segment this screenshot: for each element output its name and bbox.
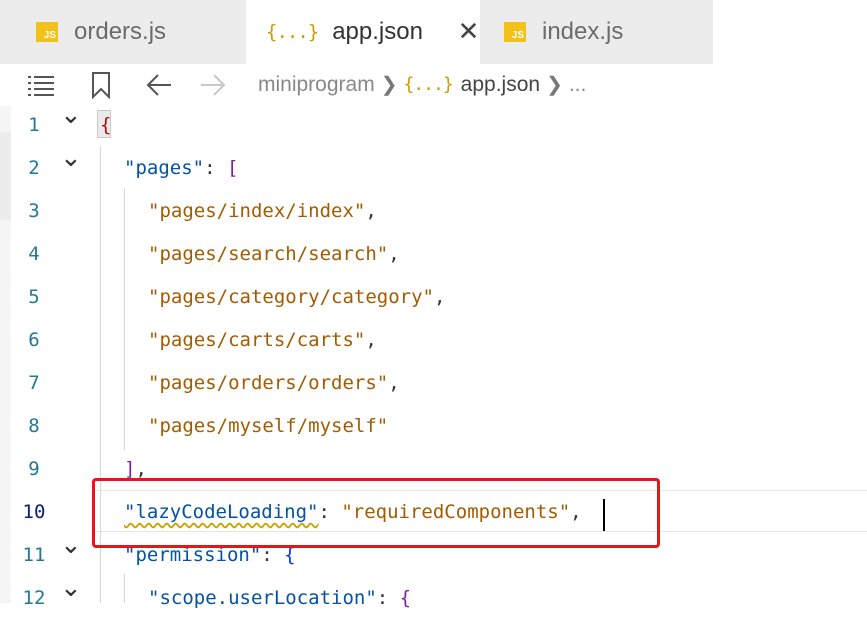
line-number: 1 [14,114,54,136]
breadcrumb-folder[interactable]: miniprogram [258,73,375,97]
fold-chevron-icon[interactable]: ⌄ [60,573,82,603]
js-file-icon: JS [36,22,58,42]
code-line[interactable]: 5 "pages/category/category", [0,278,867,321]
code-token: ] [124,458,135,480]
code-token: : [377,587,400,609]
line-number: 2 [14,157,54,179]
code-text[interactable]: "pages/orders/orders", [148,372,400,394]
line-number: 8 [14,415,54,437]
code-token: "pages/myself/myself" [148,415,388,437]
code-line[interactable]: 12⌄"scope.userLocation": { [0,579,867,622]
code-text[interactable]: ], [124,458,147,480]
line-number: 12 [14,587,54,609]
code-token: , [388,372,399,394]
back-arrow-icon[interactable] [144,70,174,100]
breadcrumb-toolbar: miniprogram ❯ {...} app.json ❯ ... [0,64,867,106]
bookmark-icon[interactable] [86,70,116,100]
code-text[interactable]: "scope.userLocation": { [148,587,411,609]
code-line[interactable]: 6 "pages/carts/carts", [0,321,867,364]
code-token: [ [227,157,238,179]
code-text[interactable]: "pages/myself/myself" [148,415,388,437]
tab-label: app.json [332,18,423,46]
tab-label: orders.js [74,18,166,46]
code-token: : [204,157,227,179]
fold-chevron-icon[interactable]: ⌄ [60,143,82,173]
breadcrumb: miniprogram ❯ {...} app.json ❯ ... [258,72,586,97]
code-line[interactable]: 8 "pages/myself/myself" [0,407,867,450]
code-token: , [135,458,146,480]
line-number: 6 [14,329,54,351]
code-text[interactable]: "pages/category/category", [148,286,445,308]
code-token: "scope.userLocation" [148,587,377,609]
forward-arrow-icon[interactable] [198,70,228,100]
code-token: "pages/index/index" [148,200,365,222]
code-text[interactable]: "pages/index/index", [148,200,377,222]
json-file-icon: {...} [403,74,452,95]
breadcrumb-more[interactable]: ... [569,73,587,97]
code-token: { [100,114,111,136]
line-number: 5 [14,286,54,308]
code-token: "pages/category/category" [148,286,434,308]
tab-app-json[interactable]: {...} app.json ✕ [246,0,480,64]
fold-chevron-icon[interactable]: ⌄ [60,100,82,130]
line-number: 11 [14,544,54,566]
code-token: "pages/carts/carts" [148,329,365,351]
line-number: 3 [14,200,54,222]
highlight-annotation-box [92,478,660,548]
tab-label: index.js [542,18,623,46]
chevron-right-icon: ❯ [381,72,398,97]
tab-orders-js[interactable]: JS orders.js [0,0,246,64]
code-text[interactable]: "pages": [ [124,157,238,179]
code-token: , [388,243,399,265]
code-token: , [434,286,445,308]
code-editor[interactable]: 1⌄{2⌄"pages": [3"pages/index/index",4"pa… [0,106,867,603]
code-line[interactable]: 1⌄{ [0,106,867,149]
editor-tab-bar: JS orders.js {...} app.json ✕ JS index.j… [0,0,867,68]
line-number: 10 [14,501,54,523]
code-token: , [365,329,376,351]
tab-index-js[interactable]: JS index.js [480,0,713,64]
code-line[interactable]: 7 "pages/orders/orders", [0,364,867,407]
code-token: { [400,587,411,609]
code-token: , [365,200,376,222]
code-text[interactable]: "pages/search/search", [148,243,400,265]
code-line[interactable]: 2⌄"pages": [ [0,149,867,192]
code-token: "pages/orders/orders" [148,372,388,394]
outline-list-icon[interactable] [26,70,56,100]
breadcrumb-file[interactable]: app.json [461,73,540,97]
code-token: "pages/search/search" [148,243,388,265]
line-number: 7 [14,372,54,394]
code-token: "pages" [124,157,204,179]
json-file-icon: {...} [266,21,318,43]
fold-chevron-icon[interactable]: ⌄ [60,530,82,560]
line-number: 4 [14,243,54,265]
line-number: 9 [14,458,54,480]
close-tab-icon[interactable]: ✕ [457,18,480,46]
chevron-right-icon: ❯ [546,72,563,97]
code-line[interactable]: 4 "pages/search/search", [0,235,867,278]
js-file-icon: JS [504,22,526,42]
code-text[interactable]: "pages/carts/carts", [148,329,377,351]
code-line[interactable]: 3 "pages/index/index", [0,192,867,235]
code-text[interactable]: { [100,114,111,136]
